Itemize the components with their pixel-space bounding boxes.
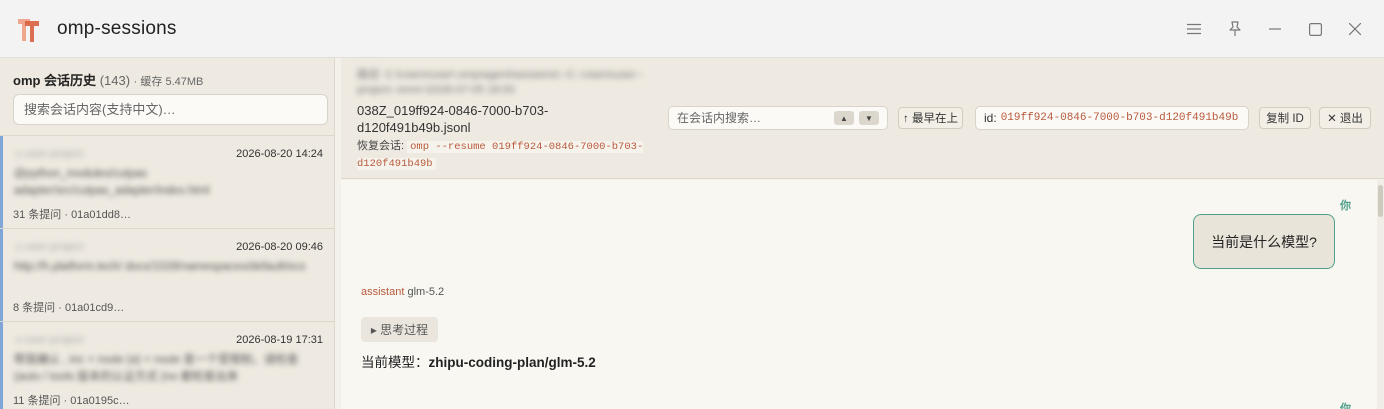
assistant-role-label: assistant bbox=[361, 286, 405, 298]
thinking-toggle-button[interactable]: ▸ 思考过程 bbox=[361, 317, 438, 342]
oldest-first-button[interactable]: ↑ 最早在上 bbox=[898, 107, 963, 129]
user-role-label: 你 bbox=[1340, 200, 1351, 212]
search-prev-button[interactable]: ▲ bbox=[834, 111, 854, 125]
session-list: c-user-project 2026-08-20 14:24 @python_… bbox=[0, 135, 334, 409]
answer-prefix: 当前模型： bbox=[361, 355, 429, 370]
id-label: id: bbox=[984, 111, 997, 125]
exit-button[interactable]: ✕ 退出 bbox=[1319, 107, 1371, 129]
session-search-input[interactable] bbox=[13, 94, 328, 125]
app-logo-icon bbox=[18, 19, 39, 42]
assistant-header: assistant glm-5.2 bbox=[361, 286, 444, 298]
session-id-box[interactable]: id: 019ff924-0846-7000-b703-d120f491b49b bbox=[975, 106, 1249, 130]
session-meta: 11 条提问 · 01a0195c… bbox=[13, 395, 130, 407]
session-date: 2026-08-19 17:31 bbox=[236, 334, 323, 346]
session-meta: 31 条提问 · 01a01dd8… bbox=[13, 209, 132, 221]
session-list-item[interactable]: c-user-project 2026-08-20 09:46 http://h… bbox=[0, 228, 334, 321]
session-project: c-user-project bbox=[16, 241, 84, 253]
user-message-bubble: 当前是什么模型? bbox=[1193, 214, 1335, 269]
assistant-answer: 当前模型：zhipu-coding-plan/glm-5.2 bbox=[361, 351, 596, 371]
minimize-icon[interactable] bbox=[1265, 19, 1285, 39]
menu-icon[interactable] bbox=[1184, 19, 1204, 39]
user-role-label: 你 bbox=[1340, 403, 1351, 409]
session-accent bbox=[0, 322, 3, 409]
conversation-panel: 你 当前是什么模型? assistant glm-5.2 ▸ 思考过程 当前模型… bbox=[341, 180, 1377, 409]
session-file-name: 038Z_019ff924-0846-7000-b703-d120f491b49… bbox=[357, 103, 549, 135]
session-count: (143) bbox=[99, 73, 131, 88]
session-date: 2026-08-20 14:24 bbox=[236, 148, 323, 160]
session-preview: http://h.platform.tech/ docs/1028/namesp… bbox=[14, 261, 306, 273]
session-accent bbox=[0, 136, 3, 228]
resume-command-row: 恢复会话: omp --resume 019ff924-0846-7000-b7… bbox=[357, 138, 647, 172]
session-preview: @python_modules/cutpas adapter/src/cutpa… bbox=[14, 168, 210, 197]
maximize-icon[interactable] bbox=[1305, 19, 1325, 39]
session-project: c-user-project bbox=[16, 148, 84, 160]
in-session-search-input[interactable] bbox=[668, 106, 888, 130]
app-title: omp-sessions bbox=[57, 18, 177, 39]
session-id-value: 019ff924-0846-7000-b703-d120f491b49b bbox=[1000, 112, 1239, 124]
cache-size: · 缓存 5.47MB bbox=[133, 76, 204, 88]
answer-model-value: zhipu-coding-plan/glm-5.2 bbox=[428, 355, 596, 370]
sidebar-title: omp 会话历史 bbox=[13, 73, 97, 88]
sidebar: omp 会话历史 (143) · 缓存 5.47MB c-user-projec… bbox=[0, 58, 335, 409]
session-header: 路径: C:\Users\user\.omp\agent\sessions\--… bbox=[341, 58, 1384, 179]
sidebar-header: omp 会话历史 (143) · 缓存 5.47MB bbox=[13, 70, 203, 89]
session-list-item[interactable]: c-user-project 2026-08-19 17:31 帮我确认 , i… bbox=[0, 321, 334, 409]
conversation-scrollbar-thumb[interactable] bbox=[1378, 185, 1383, 217]
session-preview: 帮我确认 , inc + route (a) + route 是一个受限制，请检… bbox=[14, 354, 299, 383]
resume-label: 恢复会话: bbox=[357, 140, 405, 152]
session-path-blurred: 路径: C:\Users\user\.omp\agent\sessions\--… bbox=[357, 69, 643, 96]
session-list-item[interactable]: c-user-project 2026-08-20 14:24 @python_… bbox=[0, 135, 334, 228]
session-accent bbox=[0, 229, 3, 321]
copy-id-button[interactable]: 复制 ID bbox=[1259, 107, 1311, 129]
assistant-model-label: glm-5.2 bbox=[407, 286, 445, 298]
pin-icon[interactable] bbox=[1225, 19, 1245, 39]
search-next-button[interactable]: ▼ bbox=[859, 111, 879, 125]
title-bar: omp-sessions bbox=[0, 0, 1384, 58]
session-date: 2026-08-20 09:46 bbox=[236, 241, 323, 253]
session-project: c-user-project bbox=[16, 334, 84, 346]
session-meta: 8 条提问 · 01a01cd9… bbox=[13, 302, 125, 314]
close-icon[interactable] bbox=[1345, 19, 1365, 39]
